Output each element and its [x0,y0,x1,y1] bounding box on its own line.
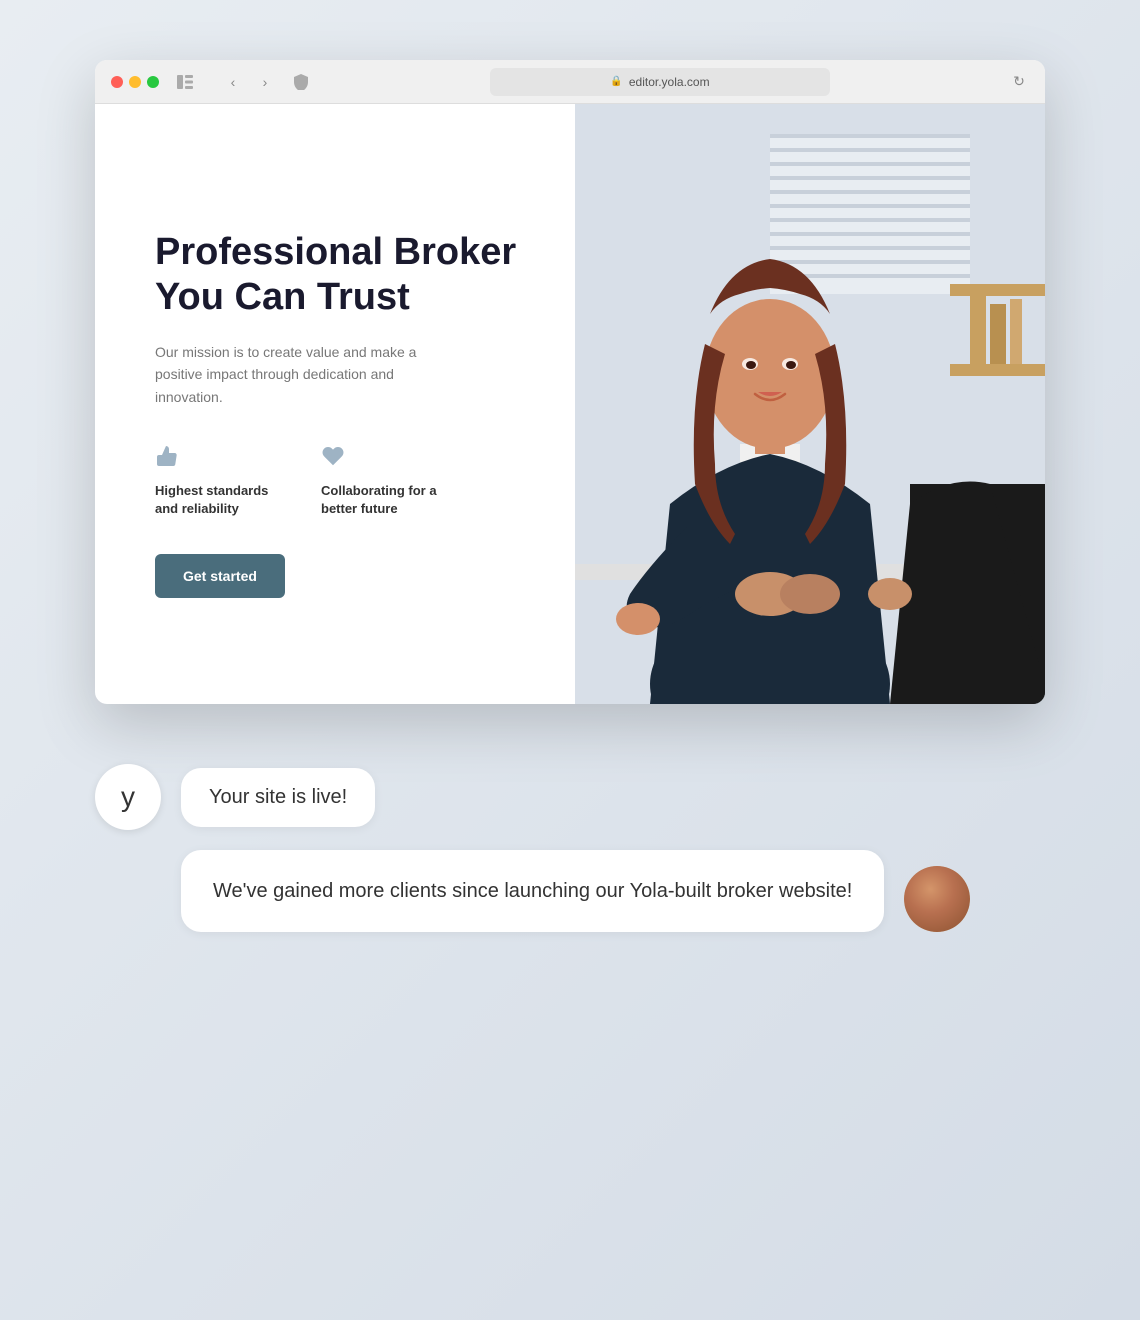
browser-window: ‹ › 🔒 editor.yola.com ↻ Professional Bro… [95,60,1045,704]
testimonial-bubble: We've gained more clients since launchin… [181,850,884,932]
minimize-button[interactable] [129,76,141,88]
maximize-button[interactable] [147,76,159,88]
lock-icon: 🔒 [610,76,622,87]
yola-avatar: y [95,764,161,830]
feature-2-label: Collaborating for a better future [321,482,451,518]
user-avatar-image [904,866,970,932]
feature-item-1: Highest standards and reliability [155,444,285,518]
features-row: Highest standards and reliability Collab… [155,444,525,518]
privacy-icon [291,72,311,92]
address-bar[interactable]: 🔒 editor.yola.com [490,68,830,96]
hero-title: Professional Broker You Can Trust [155,230,525,321]
close-button[interactable] [111,76,123,88]
url-text: editor.yola.com [629,75,710,89]
site-live-bubble: Your site is live! [181,768,375,827]
forward-button[interactable]: › [251,68,279,96]
sidebar-icon[interactable] [171,68,199,96]
website-content: Professional Broker You Can Trust Our mi… [95,104,1045,704]
website-left-panel: Professional Broker You Can Trust Our mi… [95,104,575,704]
heart-icon [321,444,451,474]
get-started-button[interactable]: Get started [155,554,285,598]
window-controls [111,76,159,88]
hero-subtitle: Our mission is to create value and make … [155,341,435,408]
feature-item-2: Collaborating for a better future [321,444,451,518]
user-avatar [904,866,970,932]
chat-bubble-left: y Your site is live! [95,764,1045,830]
reload-button[interactable]: ↻ [1009,72,1029,92]
chat-bubble-right: We've gained more clients since launchin… [95,850,1045,932]
thumbs-up-icon [155,444,285,474]
feature-1-label: Highest standards and reliability [155,482,285,518]
browser-toolbar: ‹ › 🔒 editor.yola.com ↻ [95,60,1045,104]
back-button[interactable]: ‹ [219,68,247,96]
website-right-panel [575,104,1045,704]
hero-image [575,104,1045,704]
chat-section: y Your site is live! We've gained more c… [95,754,1045,942]
browser-nav: ‹ › [219,68,279,96]
